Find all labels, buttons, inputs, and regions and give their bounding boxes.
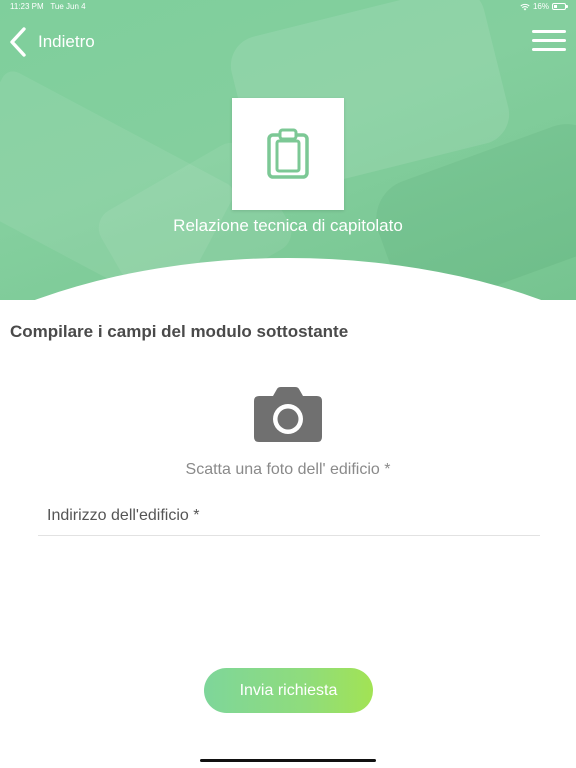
wifi-icon: [520, 3, 530, 10]
hamburger-icon: [532, 39, 566, 42]
status-date-text: Tue Jun 4: [50, 2, 86, 11]
battery-percent: 16%: [532, 2, 549, 11]
battery-icon: [552, 3, 568, 10]
menu-button[interactable]: [532, 30, 568, 54]
photo-label: Scatta una foto dell' edificio *: [185, 461, 391, 478]
address-input[interactable]: [38, 496, 540, 536]
status-right: 16%: [520, 2, 568, 11]
status-time-text: 11:23 PM: [10, 2, 44, 11]
hamburger-icon: [532, 48, 566, 51]
camera-button[interactable]: [251, 386, 325, 444]
status-bar: 11:23 PM Tue Jun 4 16%: [0, 0, 576, 14]
back-button[interactable]: Indietro: [8, 26, 95, 58]
hamburger-icon: [532, 30, 566, 33]
document-card: [232, 98, 344, 210]
chevron-left-icon: [10, 27, 26, 57]
status-time: 11:23 PM Tue Jun 4: [10, 2, 86, 11]
back-label: Indietro: [38, 32, 95, 51]
home-indicator: [200, 759, 376, 762]
document-title: Relazione tecnica di capitolato: [173, 216, 403, 235]
form-instructions: Compilare i campi del modulo sottostante: [10, 322, 349, 341]
submit-button[interactable]: Invia richiesta: [204, 668, 373, 713]
clipboard-icon: [267, 128, 309, 179]
camera-icon: [254, 387, 322, 442]
